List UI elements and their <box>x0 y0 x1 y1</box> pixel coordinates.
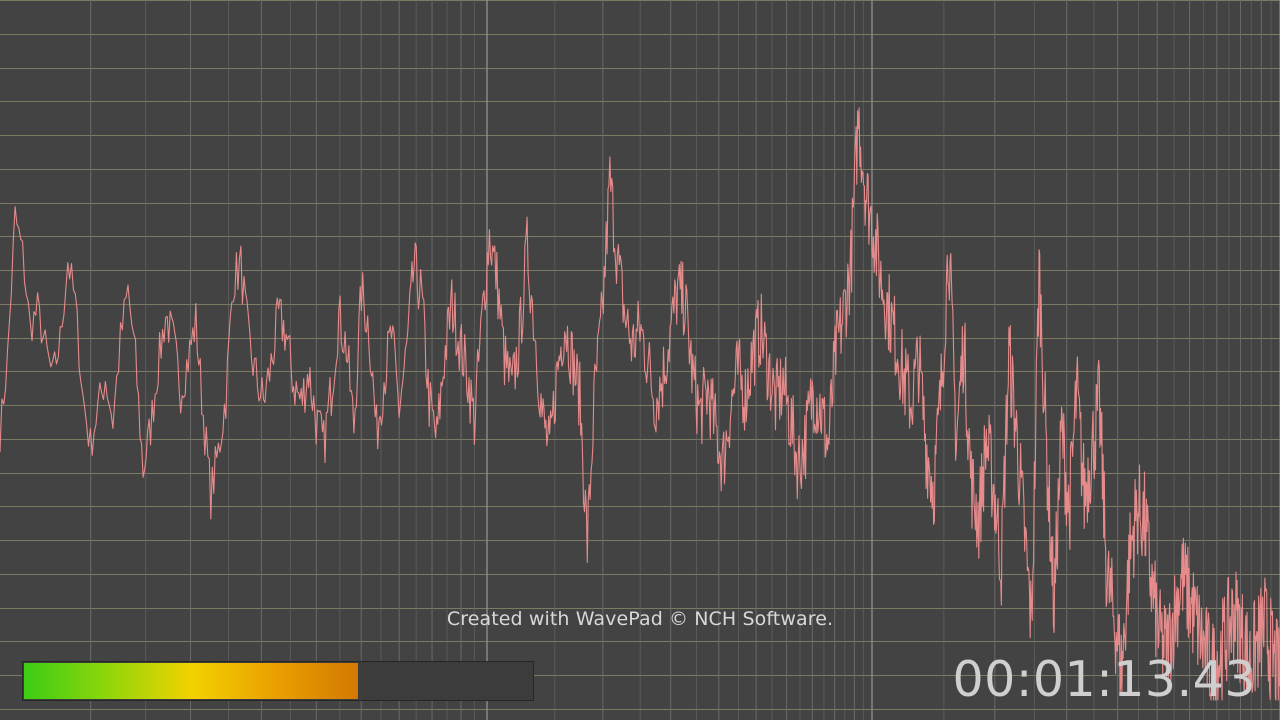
time-display: 00:01:13.43 <box>952 651 1256 708</box>
level-meter-fill <box>24 663 358 699</box>
level-meter <box>22 661 534 701</box>
spectrum-view: Created with WavePad © NCH Software. 00:… <box>0 0 1280 720</box>
watermark-text: Created with WavePad © NCH Software. <box>446 608 834 630</box>
